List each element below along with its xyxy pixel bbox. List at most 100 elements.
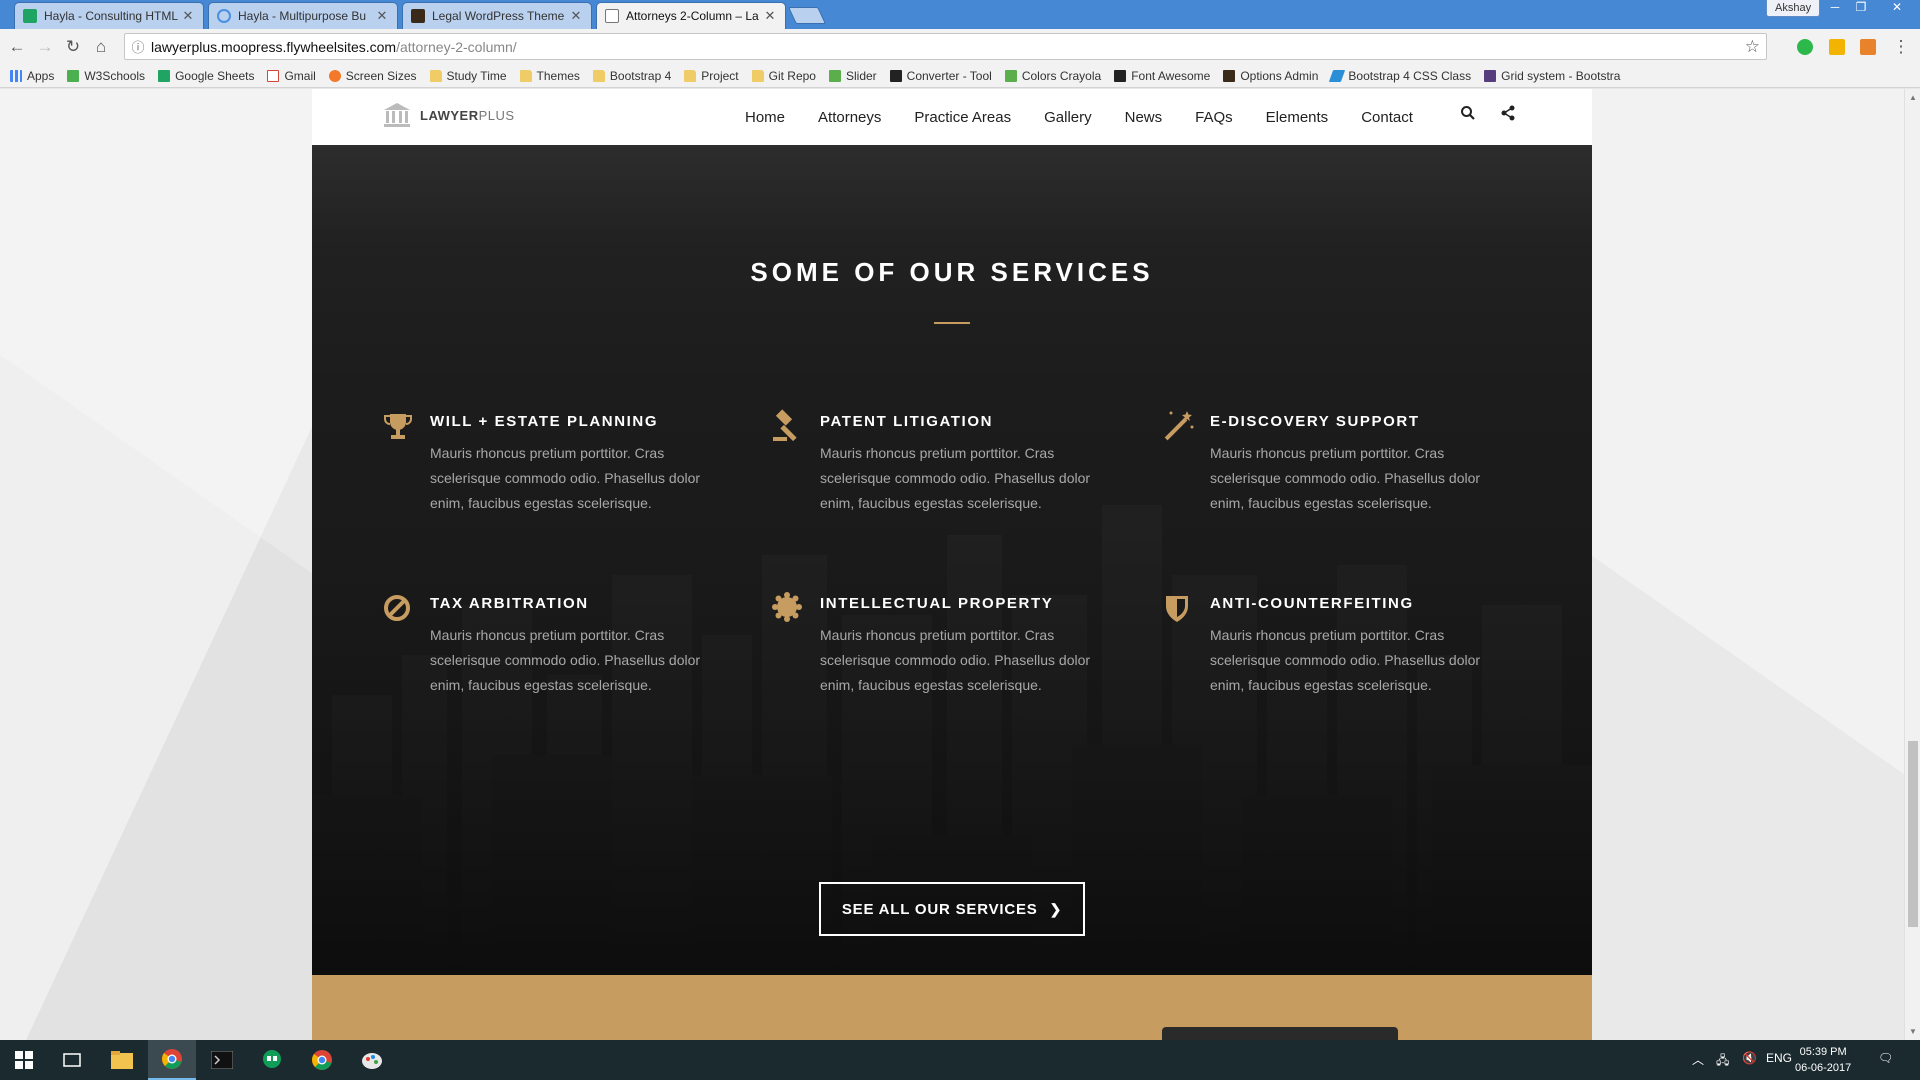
menu-icon[interactable]: ⋮: [1891, 37, 1911, 57]
logo-text-light: PLUS: [478, 107, 515, 123]
bookmark-apps[interactable]: Apps: [10, 69, 54, 83]
browser-tab-active[interactable]: Attorneys 2-Column – La ✕: [596, 2, 786, 29]
nav-elements[interactable]: Elements: [1266, 109, 1329, 126]
browser-tab[interactable]: Hayla - Multipurpose Bu ✕: [208, 2, 398, 29]
bookmark-label: Bootstrap 4: [609, 69, 672, 83]
paint-icon[interactable]: [348, 1040, 396, 1080]
minimize-icon[interactable]: ─: [1822, 0, 1848, 17]
nav-contact[interactable]: Contact: [1361, 109, 1413, 126]
info-icon[interactable]: ⓘ: [125, 37, 151, 56]
services-section: SOME OF OUR SERVICES WILL + ESTATE PLANN…: [312, 145, 1592, 975]
nav-faqs[interactable]: FAQs: [1195, 109, 1233, 126]
close-icon[interactable]: ✕: [181, 8, 195, 24]
theme-icon: [1223, 70, 1236, 82]
bookmark-options-admin[interactable]: Options Admin: [1223, 69, 1318, 83]
site-wrapper: LAWYERPLUS Home Attorneys Practice Areas…: [312, 89, 1592, 1040]
browser-tab-strip: Hayla - Consulting HTML ✕ Hayla - Multip…: [0, 0, 1920, 29]
apps-icon: [10, 70, 22, 82]
bookmark-font-awesome[interactable]: Font Awesome: [1114, 69, 1210, 83]
service-title: WILL + ESTATE PLANNING: [430, 413, 659, 430]
bookmarks-bar: Apps W3Schools Google Sheets Gmail Scree…: [0, 65, 1920, 88]
share-icon[interactable]: [1500, 105, 1516, 121]
close-icon[interactable]: ✕: [375, 8, 389, 24]
bookmark-slider[interactable]: Slider: [828, 69, 877, 83]
page-scrollbar[interactable]: ▲ ▼: [1904, 89, 1920, 1040]
task-view-icon[interactable]: [48, 1040, 96, 1080]
gmail-icon: [267, 70, 280, 82]
bookmark-bootstrap-css[interactable]: Bootstrap 4 CSS Class: [1329, 69, 1471, 83]
gear-icon: [328, 70, 341, 82]
nav-attorneys[interactable]: Attorneys: [818, 109, 881, 126]
tab-title: Attorneys 2-Column – La: [626, 9, 759, 23]
hangouts-icon[interactable]: [248, 1040, 296, 1080]
bookmark-gmail[interactable]: Gmail: [267, 69, 316, 83]
language-indicator[interactable]: ENG: [1766, 1051, 1792, 1065]
service-text: Mauris rhoncus pretium porttitor. Cras s…: [430, 627, 701, 693]
windows-start-icon[interactable]: [0, 1040, 48, 1080]
bookmark-study-time[interactable]: Study Time: [429, 69, 507, 83]
bookmark-themes[interactable]: Themes: [519, 69, 580, 83]
home-icon[interactable]: ⌂: [91, 37, 111, 57]
nav-news[interactable]: News: [1125, 109, 1163, 126]
notifications-icon[interactable]: 🗨: [1878, 1051, 1893, 1065]
bookmark-grid-system[interactable]: Grid system - Bootstra: [1484, 69, 1620, 83]
chrome-taskbar-icon[interactable]: [148, 1040, 196, 1080]
bookmark-converter-tool[interactable]: Converter - Tool: [889, 69, 992, 83]
bookmark-w3schools[interactable]: W3Schools: [67, 69, 145, 83]
scrollbar-thumb[interactable]: [1908, 741, 1918, 927]
restore-icon[interactable]: ❐: [1848, 0, 1874, 17]
bootstrap-icon: [1484, 70, 1497, 82]
network-icon[interactable]: 🖧: [1716, 1051, 1729, 1072]
see-all-services-button[interactable]: SEE ALL OUR SERVICES ❯: [819, 882, 1085, 936]
extension-star-icon[interactable]: [1829, 39, 1845, 55]
search-icon[interactable]: [1460, 105, 1476, 121]
browser-tab[interactable]: Hayla - Consulting HTML ✕: [14, 2, 204, 29]
file-explorer-icon[interactable]: [98, 1040, 146, 1080]
scroll-down-icon[interactable]: ▼: [1909, 1027, 1917, 1036]
tray-chevron-icon[interactable]: ︿: [1692, 1051, 1704, 1068]
bookmark-label: Git Repo: [768, 69, 816, 83]
courthouse-icon: [384, 103, 410, 127]
new-tab-button[interactable]: [788, 7, 826, 24]
taskbar-clock[interactable]: 05:39 PM 06-06-2017: [1795, 1044, 1851, 1076]
extension-green-icon[interactable]: [1797, 39, 1813, 55]
nav-practice-areas[interactable]: Practice Areas: [914, 109, 1011, 126]
bookmark-colors-crayola[interactable]: Colors Crayola: [1004, 69, 1101, 83]
bookmark-label: Project: [701, 69, 739, 83]
reload-icon[interactable]: ↻: [63, 37, 83, 57]
bookmark-label: Apps: [27, 69, 55, 83]
bookmark-bootstrap-4[interactable]: Bootstrap 4: [592, 69, 672, 83]
chrome-alt-icon[interactable]: [298, 1040, 346, 1080]
bookmark-git-repo[interactable]: Git Repo: [751, 69, 816, 83]
bookmark-project[interactable]: Project: [684, 69, 739, 83]
extension-tools-icon[interactable]: [1860, 39, 1876, 55]
close-icon[interactable]: ✕: [763, 8, 777, 24]
bookmark-label: W3Schools: [84, 69, 146, 83]
url-host: lawyerplus.moopress.flywheelsites.com: [151, 38, 397, 55]
close-icon[interactable]: ✕: [569, 8, 583, 24]
profile-button[interactable]: Akshay: [1766, 0, 1821, 17]
image-icon: [828, 70, 841, 82]
back-icon[interactable]: ←: [7, 37, 27, 57]
terminal-icon[interactable]: [198, 1040, 246, 1080]
bookmark-label: Slider: [845, 69, 877, 83]
bookmark-google-sheets[interactable]: Google Sheets: [158, 69, 254, 83]
bookmark-screen-sizes[interactable]: Screen Sizes: [328, 69, 417, 83]
volume-muted-icon[interactable]: 🔇: [1742, 1051, 1757, 1065]
site-header: LAWYERPLUS Home Attorneys Practice Areas…: [312, 89, 1592, 145]
address-bar[interactable]: ⓘ lawyerplus.moopress.flywheelsites.com /…: [124, 33, 1767, 60]
bookmark-label: Converter - Tool: [906, 69, 992, 83]
scroll-up-icon[interactable]: ▲: [1909, 93, 1917, 102]
folder-icon: [429, 70, 442, 82]
nav-gallery[interactable]: Gallery: [1044, 109, 1092, 126]
tab-title: Hayla - Consulting HTML: [44, 9, 179, 23]
theme-icon: [411, 9, 425, 23]
forward-icon[interactable]: →: [35, 37, 55, 57]
site-logo[interactable]: LAWYERPLUS: [382, 101, 515, 129]
gavel-icon: [773, 409, 797, 442]
nav-home[interactable]: Home: [745, 109, 785, 126]
window-close-icon[interactable]: ✕: [1880, 0, 1914, 17]
browser-tab[interactable]: Legal WordPress Theme ✕: [402, 2, 592, 29]
bookmark-star-icon[interactable]: ☆: [1745, 37, 1760, 57]
folder-icon: [592, 70, 605, 82]
